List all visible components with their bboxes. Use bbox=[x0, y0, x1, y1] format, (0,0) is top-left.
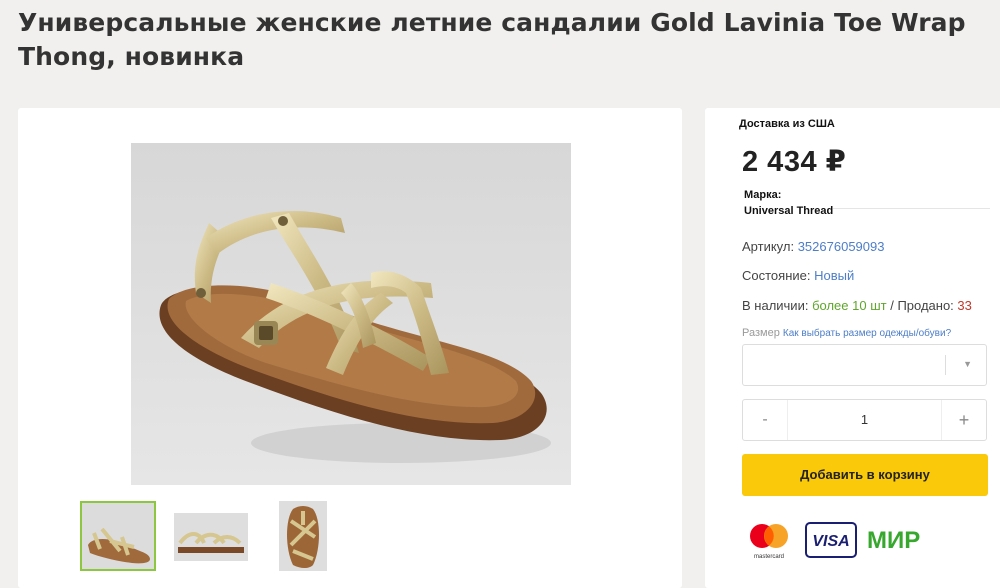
visa-logo: VISA bbox=[805, 522, 857, 558]
sandal-thumb-icon bbox=[82, 503, 154, 569]
price: 2 434 ₽ bbox=[742, 146, 847, 178]
delivery-info: Доставка из США bbox=[739, 118, 835, 130]
visa-icon: VISA bbox=[805, 522, 857, 558]
quantity-plus-button[interactable]: + bbox=[941, 400, 986, 440]
mir-logo: МИР bbox=[867, 524, 947, 554]
article-label: Артикул: bbox=[742, 239, 795, 254]
mastercard-logo: mastercard bbox=[745, 521, 793, 561]
stock-row: В наличии: более 10 шт / Продано: 33 bbox=[742, 298, 972, 313]
article-value[interactable]: 352676059093 bbox=[798, 239, 885, 254]
stock-value: более 10 шт bbox=[812, 298, 887, 313]
size-help-link[interactable]: Как выбрать размер одежды/обуви? bbox=[783, 328, 951, 339]
mastercard-icon: mastercard bbox=[750, 524, 788, 560]
select-divider bbox=[945, 355, 946, 375]
condition-value[interactable]: Новый bbox=[814, 268, 854, 283]
product-title: Универсальные женские летние сандалии Go… bbox=[18, 8, 966, 71]
quantity-stepper: - 1 + bbox=[742, 399, 987, 441]
product-gallery bbox=[18, 108, 682, 588]
article-row: Артикул: 352676059093 bbox=[742, 239, 884, 254]
thumbnail-2[interactable] bbox=[174, 513, 248, 561]
quantity-input[interactable]: 1 bbox=[787, 400, 942, 440]
condition-label: Состояние: bbox=[742, 268, 811, 283]
quantity-minus-button[interactable]: - bbox=[743, 400, 788, 440]
visa-text: VISA bbox=[812, 533, 849, 550]
size-row: Размер Как выбрать размер одежды/обуви? bbox=[742, 327, 951, 339]
size-select[interactable]: ▼ bbox=[742, 344, 987, 386]
stock-label: В наличии: bbox=[742, 298, 809, 313]
thumbnail-1[interactable] bbox=[80, 501, 156, 571]
size-label: Размер bbox=[742, 327, 780, 339]
divider bbox=[833, 208, 990, 209]
purchase-panel: Доставка из США 2 434 ₽ Марка: Universal… bbox=[705, 108, 1000, 588]
sold-label: / Продано: bbox=[890, 298, 954, 313]
add-to-cart-button[interactable]: Добавить в корзину bbox=[742, 454, 988, 496]
sandal-top-thumb-icon bbox=[279, 501, 327, 571]
condition-row: Состояние: Новый bbox=[742, 268, 854, 283]
brand-value: Universal Thread bbox=[744, 205, 834, 217]
mir-icon: МИР bbox=[867, 527, 920, 554]
sandal-side-thumb-icon bbox=[174, 513, 248, 561]
chevron-down-icon[interactable]: ▼ bbox=[963, 359, 972, 369]
mastercard-text: mastercard bbox=[754, 554, 784, 560]
main-product-photo[interactable] bbox=[131, 143, 571, 485]
sandal-photo-icon bbox=[131, 143, 571, 485]
sold-value: 33 bbox=[957, 298, 972, 313]
mir-text: МИР bbox=[867, 527, 920, 554]
brand-label: Марка: bbox=[744, 189, 782, 201]
thumbnail-3[interactable] bbox=[279, 501, 327, 571]
